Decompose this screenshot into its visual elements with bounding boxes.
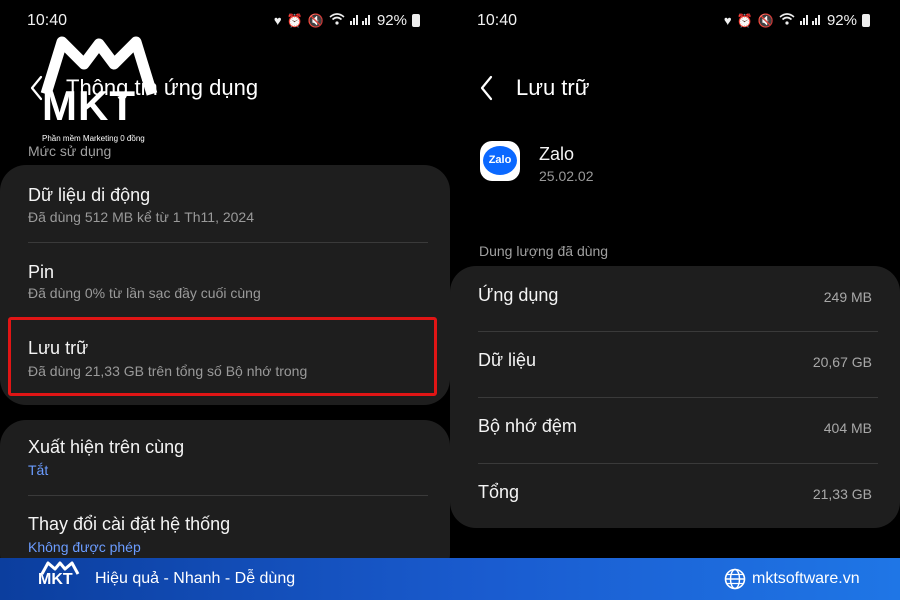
alarm-icon: ⏰ <box>286 12 303 28</box>
status-icons: ♥ ⏰ 🔇 92% <box>274 12 420 29</box>
status-bar: 10:40 ♥ ⏰ 🔇 92% <box>450 10 900 32</box>
battery-percent: 92% <box>376 12 407 29</box>
mute-icon: 🔇 <box>757 12 774 28</box>
section-label-storage-used: Dung lượng đã dùng <box>479 243 609 259</box>
list-item-subtitle: Đã dùng 512 MB kể từ 1 Th11, 2024 <box>28 209 255 225</box>
app-version: 25.02.02 <box>539 168 594 184</box>
heart-icon: ♥ <box>273 13 282 28</box>
battery-icon <box>412 14 420 27</box>
status-time: 10:40 <box>477 12 518 29</box>
back-icon[interactable] <box>478 74 498 102</box>
list-item-subtitle: Tắt <box>28 462 49 478</box>
list-item-title: Xuất hiện trên cùng <box>28 437 185 457</box>
storage-screen: 10:40 ♥ ⏰ 🔇 92% Lưu trữ Zalo Zalo 25.02.… <box>450 0 900 558</box>
list-item-title: Thay đổi cài đặt hệ thống <box>28 514 231 534</box>
zalo-icon-text: Zalo <box>488 154 512 166</box>
usage-label: Ứng dụng <box>478 285 559 305</box>
status-bar: 10:40 ♥ ⏰ 🔇 92% <box>0 10 450 32</box>
mute-icon: 🔇 <box>307 12 324 28</box>
permissions-card: Xuất hiện trên cùng Tắt Thay đổi cài đặt… <box>0 420 450 558</box>
usage-value: 21,33 GB <box>812 486 872 502</box>
list-item-subtitle: Đã dùng 0% từ lần sạc đầy cuối cùng <box>28 285 261 301</box>
wifi-icon <box>779 13 795 28</box>
usage-row-total: Tổng 21,33 GB <box>450 464 900 528</box>
storage-header: Lưu trữ <box>450 70 900 106</box>
footer-website-link[interactable]: mktsoftware.vn <box>752 570 860 588</box>
footer-brand: MKT <box>38 571 73 588</box>
usage-row-app: Ứng dụng 249 MB <box>450 266 900 331</box>
storage-usage-card: Ứng dụng 249 MB Dữ liệu 20,67 GB Bộ nhớ … <box>450 266 900 528</box>
usage-label: Dữ liệu <box>478 350 537 370</box>
usage-value: 404 MB <box>823 420 872 436</box>
signal-icon <box>349 13 372 28</box>
list-item-title: Pin <box>28 262 55 282</box>
page-title: Lưu trữ <box>516 75 590 100</box>
status-time: 10:40 <box>27 12 68 29</box>
usage-label: Bộ nhớ đệm <box>478 416 577 436</box>
app-name: Zalo <box>539 144 575 164</box>
list-item-battery[interactable]: Pin Đã dùng 0% từ lần sạc đầy cuối cùng <box>0 243 450 319</box>
battery-icon <box>862 14 870 27</box>
watermark-brand: MKT <box>42 82 136 129</box>
storage-highlight-box <box>8 317 437 396</box>
usage-row-cache: Bộ nhớ đệm 404 MB <box>450 398 900 463</box>
heart-icon: ♥ <box>723 13 732 28</box>
footer-banner: MKT Hiệu quả - Nhanh - Dễ dùng mktsoftwa… <box>0 558 900 600</box>
footer-logo: MKT <box>38 561 82 597</box>
zalo-app-icon: Zalo <box>480 141 520 181</box>
usage-value: 20,67 GB <box>812 354 872 370</box>
battery-percent: 92% <box>826 12 857 29</box>
list-item-subtitle: Không được phép <box>28 539 141 555</box>
usage-label: Tổng <box>478 482 520 502</box>
list-item-appear-on-top[interactable]: Xuất hiện trên cùng Tắt <box>0 420 450 496</box>
usage-value: 249 MB <box>823 289 872 305</box>
usage-row-data: Dữ liệu 20,67 GB <box>450 332 900 397</box>
alarm-icon: ⏰ <box>736 12 753 28</box>
app-info-screen: 10:40 ♥ ⏰ 🔇 92% Thông tin ứng dụng Mức s… <box>0 0 450 558</box>
footer-slogan: Hiệu quả - Nhanh - Dễ dùng <box>95 570 296 587</box>
list-item-title: Dữ liệu di động <box>28 185 151 205</box>
mkt-watermark-logo: MKT Phần mềm Marketing 0 đồng <box>34 36 164 146</box>
list-item-change-system-settings[interactable]: Thay đổi cài đặt hệ thống Không được phé… <box>0 496 450 558</box>
status-icons: ♥ ⏰ 🔇 92% <box>724 12 870 29</box>
wifi-icon <box>329 13 345 28</box>
signal-icon <box>799 13 822 28</box>
watermark-tagline: Phần mềm Marketing 0 đồng <box>42 134 145 143</box>
list-item-mobile-data[interactable]: Dữ liệu di động Đã dùng 512 MB kể từ 1 T… <box>0 165 450 242</box>
globe-icon <box>724 568 746 590</box>
